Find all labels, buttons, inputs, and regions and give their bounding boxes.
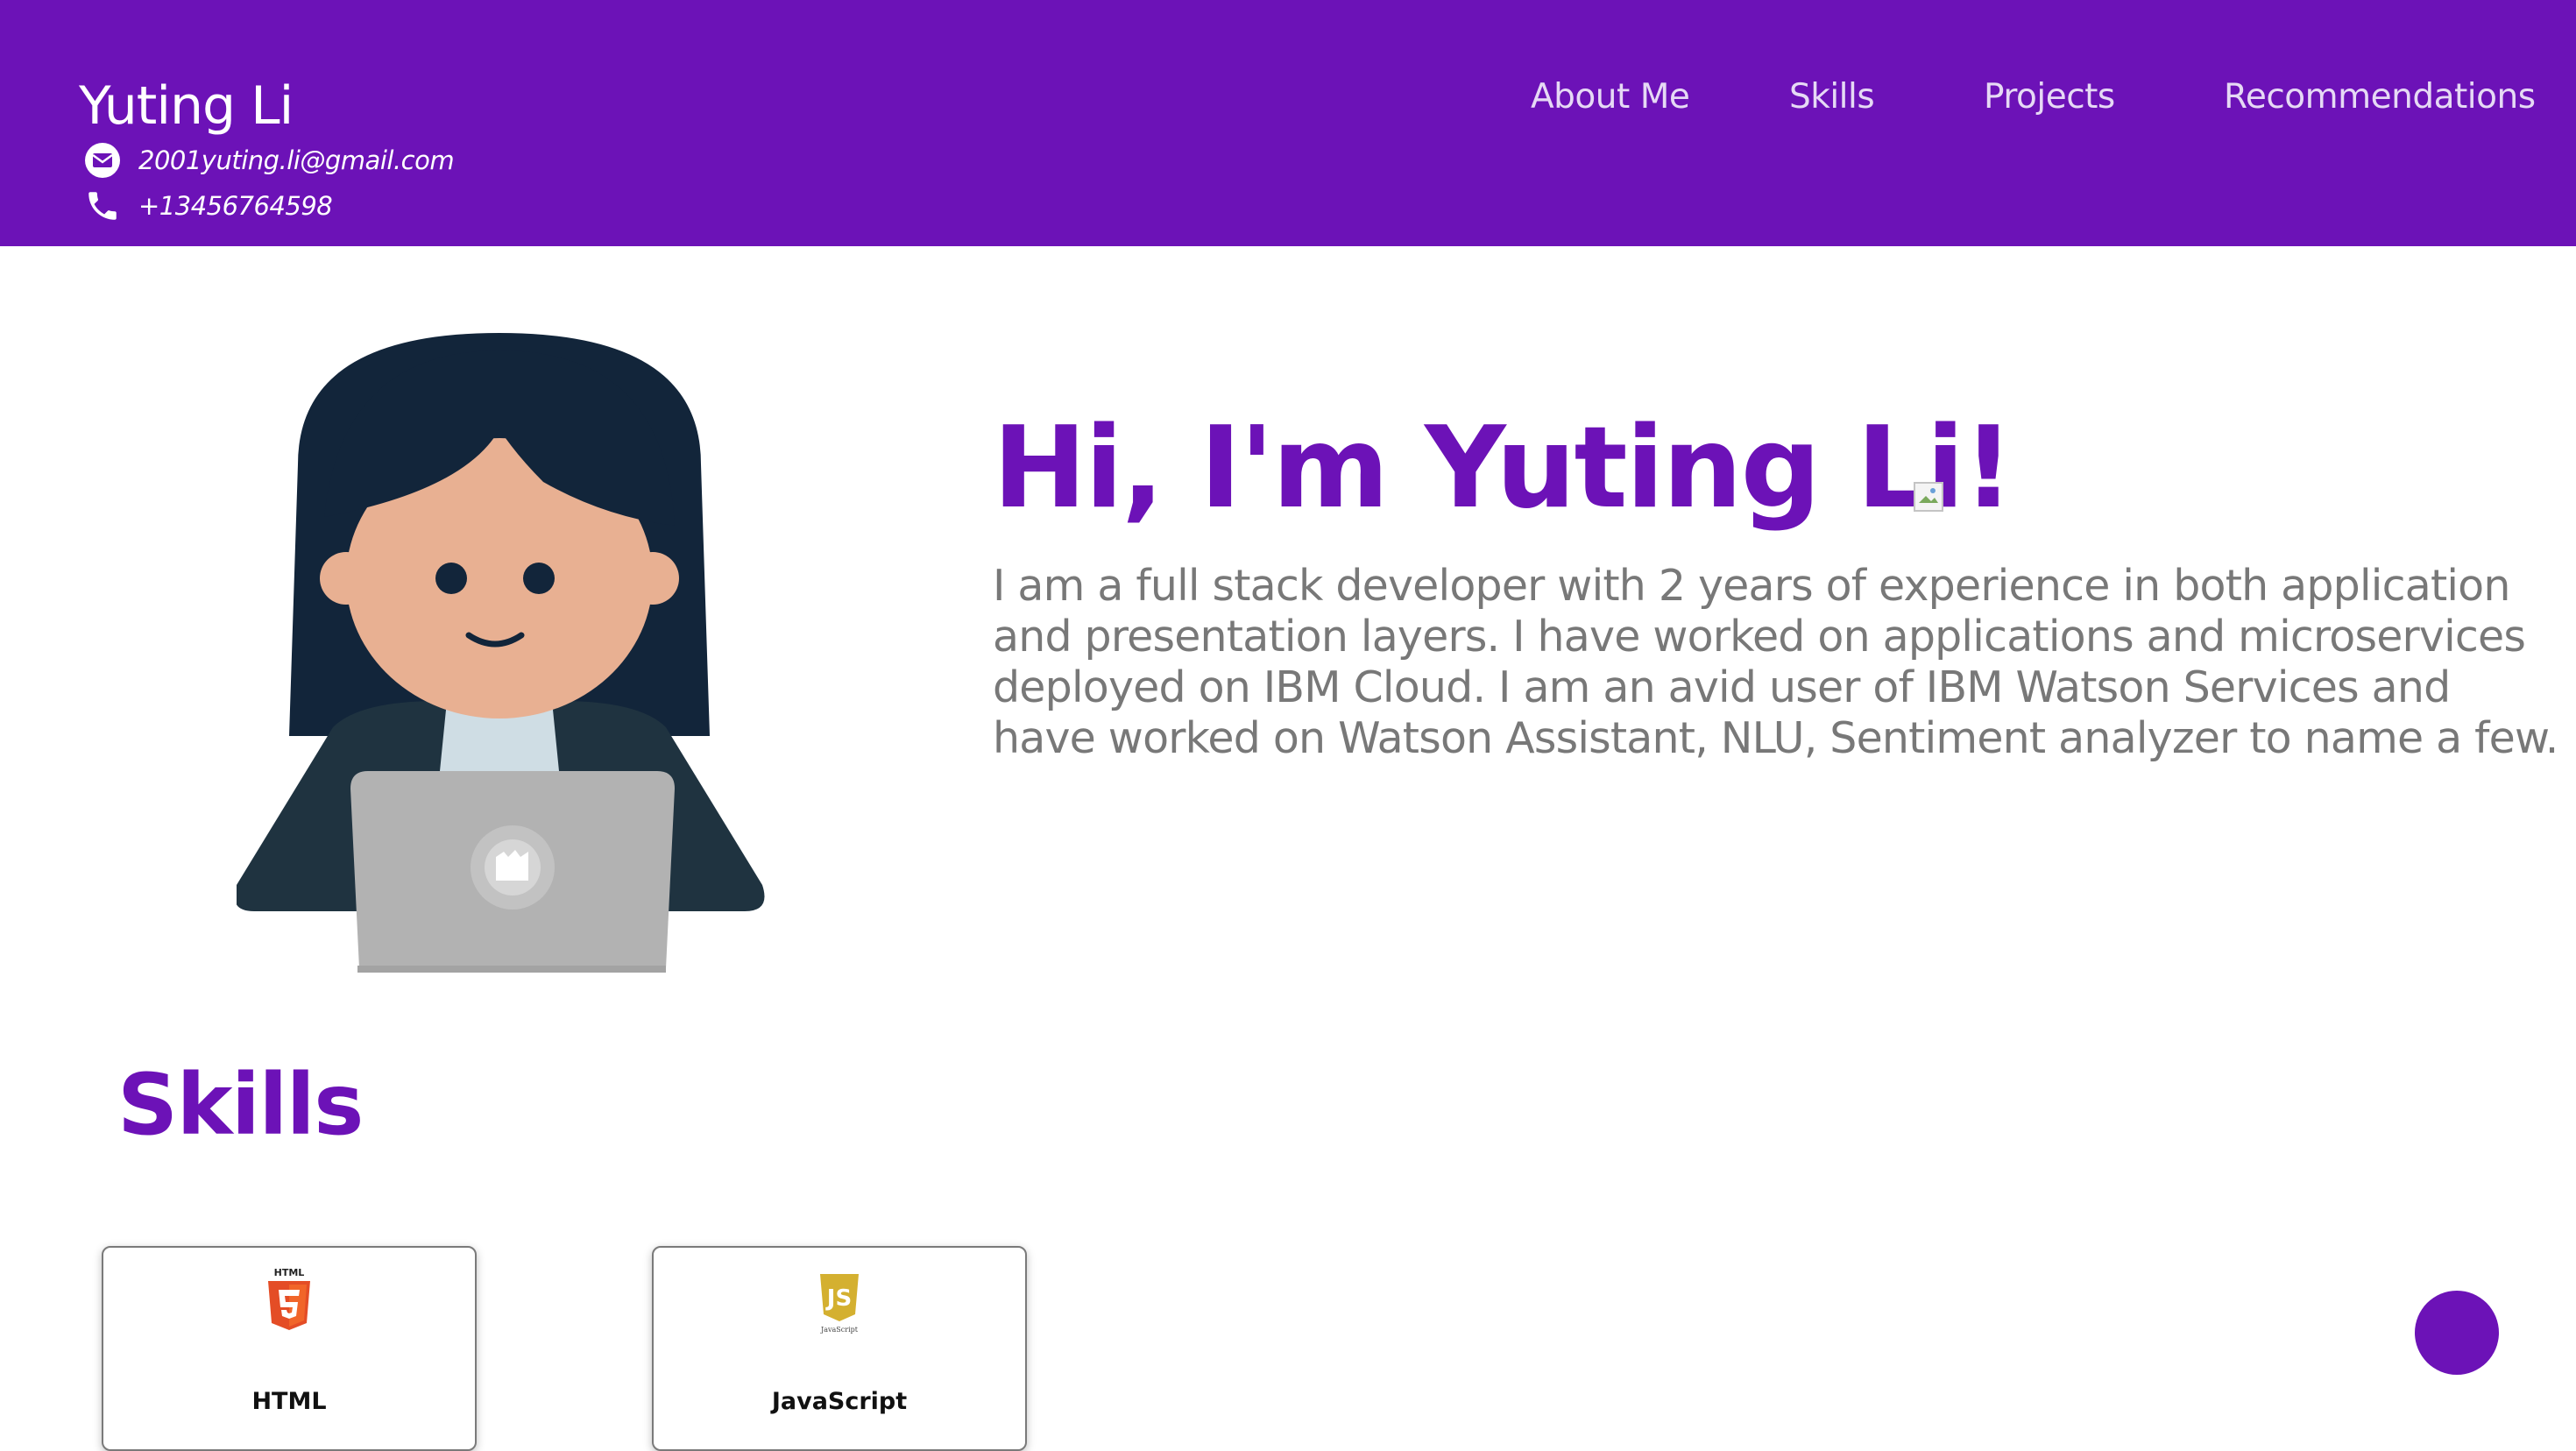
html5-logo-icon: HTML: [268, 1267, 310, 1330]
skill-card-label: JavaScript: [771, 1388, 908, 1415]
phone-icon: [82, 186, 123, 226]
nav-skills[interactable]: Skills: [1789, 77, 1875, 117]
site-owner-name: Yuting Li: [79, 75, 294, 137]
email-text[interactable]: 2001yuting.li@gmail.com: [138, 145, 455, 175]
nav-about-me[interactable]: About Me: [1531, 77, 1690, 117]
mail-icon: [82, 140, 123, 180]
skill-card-javascript[interactable]: JS JavaScript JavaScript: [652, 1246, 1027, 1451]
nav-recommendations[interactable]: Recommendations: [2224, 77, 2536, 117]
broken-image-icon: [1914, 482, 1943, 512]
skills-heading: Skills: [117, 1056, 364, 1154]
svg-text:JavaScript: JavaScript: [820, 1326, 859, 1334]
hero-title: Hi, I'm Yuting Li!: [993, 403, 2014, 534]
svg-text:HTML: HTML: [274, 1267, 305, 1278]
skill-card-html[interactable]: HTML HTML: [102, 1246, 477, 1451]
floating-action-button[interactable]: [2415, 1291, 2499, 1375]
email-contact: 2001yuting.li@gmail.com: [82, 140, 455, 180]
svg-text:JS: JS: [825, 1285, 852, 1312]
phone-contact: +13456764598: [82, 186, 333, 226]
hero-description: I am a full stack developer with 2 years…: [993, 561, 2558, 763]
phone-text[interactable]: +13456764598: [138, 191, 333, 221]
nav-projects[interactable]: Projects: [1984, 77, 2115, 117]
site-header: Yuting Li 2001yuting.li@gmail.com +13456…: [0, 0, 2576, 246]
javascript-logo-icon: JS JavaScript: [820, 1274, 859, 1334]
skill-card-label: HTML: [251, 1388, 327, 1415]
developer-avatar-illustration: [237, 333, 765, 973]
